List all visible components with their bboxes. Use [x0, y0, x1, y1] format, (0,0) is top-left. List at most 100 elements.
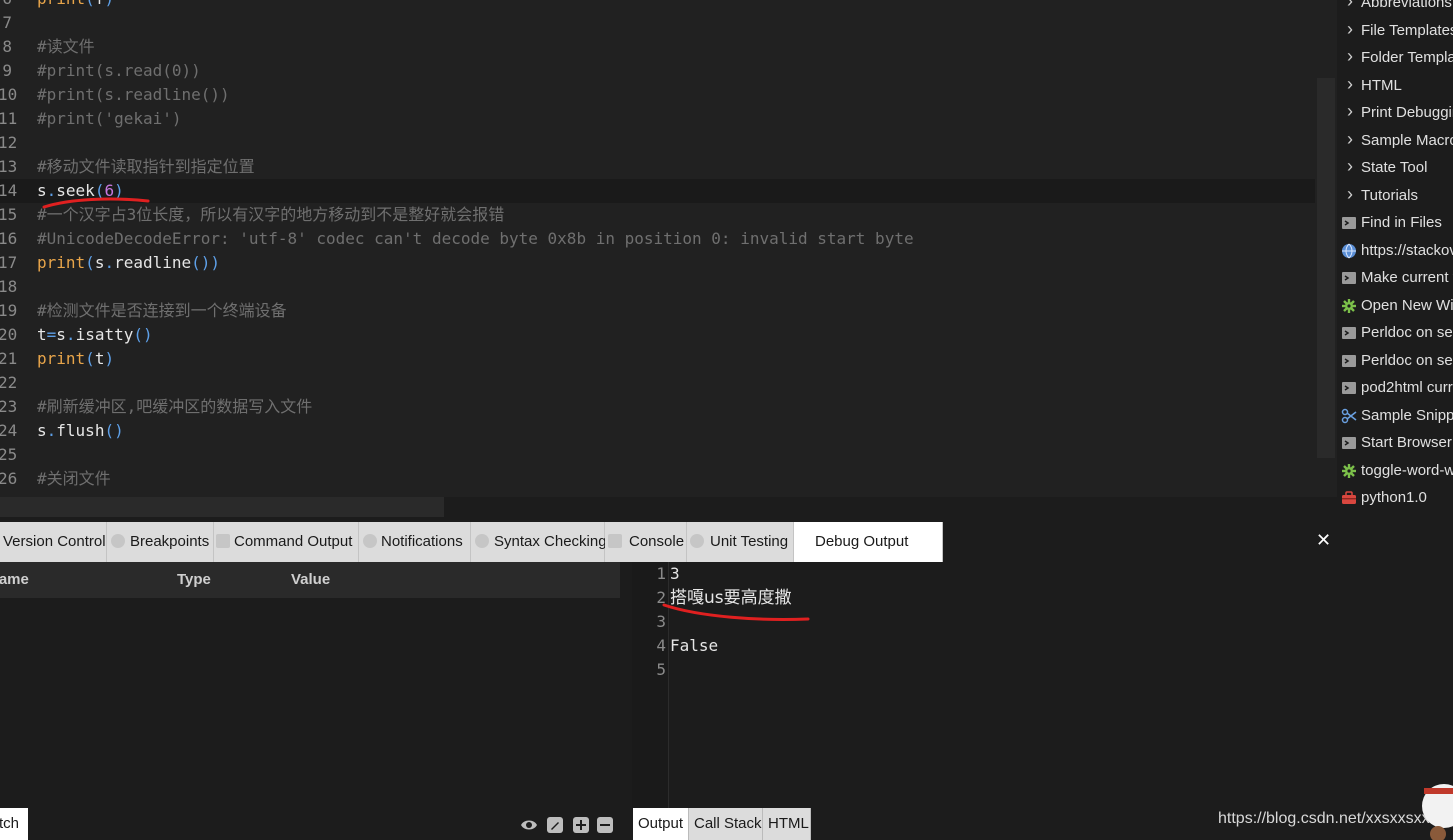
code-line[interactable]: 12: [0, 131, 1315, 155]
code-line[interactable]: 11 #print('gekai'): [0, 107, 1315, 131]
line-number: 10: [0, 85, 18, 104]
code-line[interactable]: 24 s.flush(): [0, 419, 1315, 443]
toolbox-item[interactable]: python1.0: [1337, 485, 1453, 511]
code-editor[interactable]: 6print(f) 7 8#读文件9#print(s.read(0))10#prin…: [0, 0, 1337, 497]
toolbox-item-label: Find in Files: [1361, 214, 1442, 231]
code-line[interactable]: 22: [0, 371, 1315, 395]
line-number: 8: [2, 37, 12, 56]
toolbox-item[interactable]: https://stackoverflow.com: [1337, 238, 1453, 264]
line-number: 5: [656, 660, 666, 679]
toolbox-item[interactable]: pod2html current file: [1337, 375, 1453, 401]
code-line[interactable]: 7: [0, 11, 1315, 35]
output-line[interactable]: 4 False: [632, 634, 1332, 658]
breakpoint-icon: [111, 534, 125, 548]
toolbox-folder[interactable]: › Folder Templates: [1337, 45, 1453, 71]
toolbox-folder[interactable]: › Tutorials: [1337, 183, 1453, 209]
code-line[interactable]: 25: [0, 443, 1315, 467]
tab-unit-testing[interactable]: Unit Testing: [687, 522, 794, 562]
code-line[interactable]: 19 #检测文件是否连接到一个终端设备: [0, 299, 1315, 323]
chevron-right-icon[interactable]: ›: [1347, 0, 1353, 14]
code-line[interactable]: 14 s.seek(6): [0, 179, 1315, 203]
edit-icon[interactable]: [546, 816, 564, 834]
tab-debug-output[interactable]: Debug Output: [794, 522, 943, 562]
globe-icon: [1342, 243, 1356, 258]
column-header-name[interactable]: Name: [0, 562, 29, 598]
code-text: s.seek(6): [37, 179, 124, 203]
toolbox-folder[interactable]: › Sample Macros: [1337, 128, 1453, 154]
code-token: (: [94, 181, 105, 200]
line-number: 3: [656, 612, 666, 631]
toolbox-item[interactable]: Open New Window: [1337, 293, 1453, 319]
code-token: .: [46, 421, 57, 440]
output-line[interactable]: 2 搭嘎us要高度撒: [632, 586, 1332, 610]
toolbox-item[interactable]: toggle-word-wrap: [1337, 458, 1453, 484]
tab-watch[interactable]: Watch: [0, 808, 28, 840]
code-line[interactable]: 26 #关闭文件: [0, 467, 1315, 491]
column-header-type[interactable]: Type: [177, 562, 211, 598]
code-line[interactable]: 10 #print(s.readline()): [0, 83, 1315, 107]
tab-version-control[interactable]: Version Control: [0, 522, 107, 562]
code-line[interactable]: 16 #UnicodeDecodeError: 'utf-8' codec can…: [0, 227, 1315, 251]
chevron-right-icon[interactable]: ›: [1347, 16, 1353, 42]
toolbox-folder[interactable]: › File Templates: [1337, 18, 1453, 44]
code-token: ): [104, 0, 114, 8]
chevron-right-icon[interactable]: ›: [1347, 98, 1353, 124]
output-line[interactable]: 5: [632, 658, 1332, 682]
editor-horizontal-scrollbar[interactable]: [0, 497, 444, 517]
chevron-right-icon[interactable]: ›: [1347, 43, 1353, 69]
toolbox-item-label: Open New Window: [1361, 296, 1453, 314]
code-token: f: [95, 0, 105, 8]
tab-html[interactable]: HTML: [763, 808, 811, 840]
toolbox-item[interactable]: Perldoc on selection: [1337, 348, 1453, 374]
chevron-right-icon[interactable]: ›: [1347, 71, 1353, 97]
code-line[interactable]: 15 #一个汉字占3位长度，所以有汉字的地方移动到不是整好就会报错: [0, 203, 1315, 227]
output-line[interactable]: 13: [632, 562, 1332, 586]
tab-console[interactable]: Console: [605, 522, 687, 562]
toolbox-item[interactable]: Perldoc on selection: [1337, 320, 1453, 346]
code-line[interactable]: 6 print(f): [0, 0, 1315, 11]
terminal-icon: [1342, 217, 1356, 229]
add-icon[interactable]: [572, 816, 590, 834]
code-text: #移动文件读取指针到指定位置: [37, 155, 255, 179]
code-line[interactable]: 21 print(t): [0, 347, 1315, 371]
chevron-right-icon[interactable]: ›: [1347, 153, 1353, 179]
remove-icon[interactable]: [596, 816, 614, 834]
code-token: flush: [56, 421, 105, 440]
tab-call-stack[interactable]: Call Stack: [689, 808, 763, 840]
gear-icon: [1342, 463, 1356, 478]
tab-breakpoints[interactable]: Breakpoints: [107, 522, 214, 562]
terminal-icon: [1342, 382, 1356, 394]
toolbox-item[interactable]: Sample Snippet: [1337, 403, 1453, 429]
code-line[interactable]: 18: [0, 275, 1315, 299]
code-line[interactable]: 17 print(s.readline()): [0, 251, 1315, 275]
terminal-icon: [216, 534, 230, 548]
chevron-right-icon[interactable]: ›: [1347, 181, 1353, 207]
code-line[interactable]: 13 #移动文件读取指针到指定位置: [0, 155, 1315, 179]
toolbox-item[interactable]: Make current file executable: [1337, 265, 1453, 291]
toolbox-item[interactable]: Start Browser: [1337, 430, 1453, 456]
code-line[interactable]: 9 #print(s.read(0)): [0, 59, 1315, 83]
tab-command-output[interactable]: Command Output: [214, 522, 359, 562]
line-number: 21: [0, 349, 18, 368]
output-line[interactable]: 3: [632, 610, 1332, 634]
code-line[interactable]: 8 #读文件: [0, 35, 1315, 59]
column-header-value[interactable]: Value: [291, 562, 330, 598]
code-line[interactable]: 20 t=s.isatty(): [0, 323, 1315, 347]
code-token: .: [65, 325, 76, 344]
code-line[interactable]: 23 #刷新缓冲区,吧缓冲区的数据写入文件: [0, 395, 1315, 419]
tab-notifications[interactable]: Notifications: [359, 522, 471, 562]
toolbox-folder[interactable]: › Abbreviations: [1337, 0, 1453, 16]
toolbox-folder[interactable]: › Print Debugging: [1337, 100, 1453, 126]
toolbox-folder[interactable]: › HTML: [1337, 73, 1453, 99]
tab-output[interactable]: Output: [633, 808, 689, 840]
eye-icon[interactable]: [520, 816, 538, 834]
tab-syntax-checking[interactable]: Syntax Checking: [471, 522, 607, 562]
editor-vertical-scrollbar[interactable]: [1317, 78, 1335, 458]
code-token: (: [85, 0, 95, 8]
close-icon[interactable]: ✕: [1316, 530, 1332, 550]
toolbox-folder[interactable]: › State Tool: [1337, 155, 1453, 181]
toolbox-item[interactable]: Find in Files: [1337, 210, 1453, 236]
line-number: 7: [2, 13, 12, 32]
tab-label: Version Control: [3, 533, 106, 550]
chevron-right-icon[interactable]: ›: [1347, 126, 1353, 152]
